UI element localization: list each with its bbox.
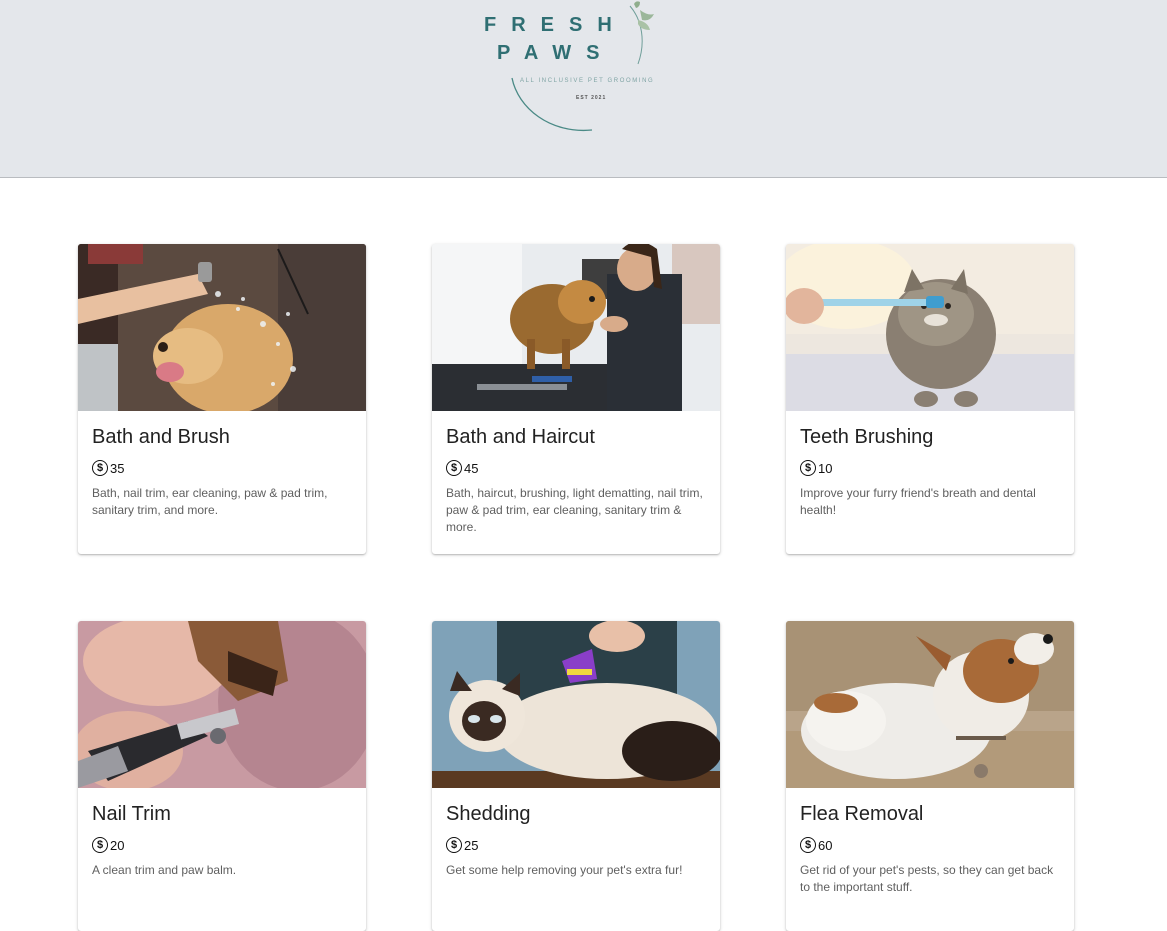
service-price: $ 35 <box>92 459 352 477</box>
cat-deshedding-photo <box>432 621 720 788</box>
dollar-circle-icon: $ <box>92 460 108 476</box>
service-description: Get rid of your pet's pests, so they can… <box>800 863 1054 894</box>
service-card-shedding[interactable]: Shedding $ 25 Get some help removing you… <box>432 621 720 931</box>
service-card-teeth-brushing[interactable]: Teeth Brushing $ 10 Improve your furry f… <box>786 244 1074 554</box>
price-value: 10 <box>818 460 833 476</box>
dollar-circle-icon: $ <box>446 837 462 853</box>
service-price: $ 45 <box>446 459 706 477</box>
service-title: Flea Removal <box>800 803 924 825</box>
service-title: Bath and Brush <box>92 426 230 448</box>
service-title: Teeth Brushing <box>800 426 934 448</box>
price-value: 20 <box>110 837 125 853</box>
logo-word-paws: PAWS <box>497 42 615 64</box>
service-description: Bath, haircut, brushing, light dematting… <box>446 486 703 534</box>
site-header: FRESH PAWS All inclusive pet grooming ES… <box>0 0 1167 178</box>
cat-toothbrush-photo <box>786 244 1074 411</box>
service-title: Nail Trim <box>92 803 171 825</box>
dollar-circle-icon: $ <box>92 837 108 853</box>
price-value: 35 <box>110 460 125 476</box>
price-value: 60 <box>818 837 833 853</box>
dollar-circle-icon: $ <box>800 837 816 853</box>
service-price: $ 10 <box>800 459 1060 477</box>
service-description: Get some help removing your pet's extra … <box>446 863 683 877</box>
service-price: $ 25 <box>446 836 706 854</box>
service-description: Improve your furry friend's breath and d… <box>800 486 1036 517</box>
nail-clipper-photo <box>78 621 366 788</box>
pomeranian-grooming-photo <box>432 244 720 411</box>
service-price: $ 60 <box>800 836 1060 854</box>
service-card-bath-and-brush[interactable]: Bath and Brush $ 35 Bath, nail trim, ear… <box>78 244 366 554</box>
price-value: 25 <box>464 837 479 853</box>
service-card-bath-and-haircut[interactable]: Bath and Haircut $ 45 Bath, haircut, bru… <box>432 244 720 554</box>
service-price: $ 20 <box>92 836 352 854</box>
fresh-paws-logo[interactable]: FRESH PAWS All inclusive pet grooming ES… <box>470 0 690 140</box>
dog-bath-photo <box>78 244 366 411</box>
logo-tagline: All inclusive pet grooming <box>520 78 655 84</box>
service-card-nail-trim[interactable]: Nail Trim $ 20 A clean trim and paw balm… <box>78 621 366 931</box>
logo-word-fresh: FRESH <box>484 14 627 36</box>
terrier-scratching-photo <box>786 621 1074 788</box>
dollar-circle-icon: $ <box>446 460 462 476</box>
service-title: Bath and Haircut <box>446 426 595 448</box>
price-value: 45 <box>464 460 479 476</box>
dollar-circle-icon: $ <box>800 460 816 476</box>
service-description: Bath, nail trim, ear cleaning, paw & pad… <box>92 486 328 517</box>
service-title: Shedding <box>446 803 531 825</box>
logo-est: EST 2021 <box>576 95 607 101</box>
service-card-flea-removal[interactable]: Flea Removal $ 60 Get rid of your pet's … <box>786 621 1074 931</box>
service-description: A clean trim and paw balm. <box>92 863 237 877</box>
